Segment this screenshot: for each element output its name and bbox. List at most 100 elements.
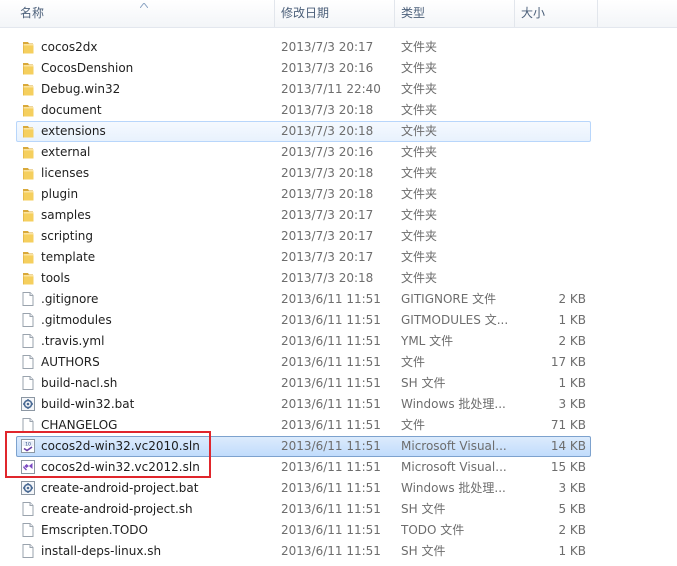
- file-date-modified: 2013/6/11 11:51: [281, 418, 381, 432]
- file-date-modified: 2013/6/11 11:51: [281, 376, 381, 390]
- file-size: [510, 268, 586, 289]
- file-size: 3 KB: [558, 397, 586, 411]
- file-row[interactable]: licenses 2013/7/3 20:18 文件夹: [0, 163, 677, 184]
- file-type: 文件夹: [401, 145, 438, 159]
- folder-icon: [20, 60, 36, 76]
- file-date-modified: 2013/6/11 11:51: [281, 292, 381, 306]
- file-date-modified: 2013/7/3 20:16: [281, 61, 374, 75]
- column-divider[interactable]: [597, 0, 598, 27]
- file-row[interactable]: create-android-project.bat 2013/6/11 11:5…: [0, 478, 677, 499]
- file-size: 3 KB: [558, 481, 586, 495]
- column-header-name[interactable]: 名称: [20, 0, 44, 27]
- annotation-highlight-box: [5, 431, 211, 478]
- column-divider[interactable]: [514, 0, 515, 27]
- file-row[interactable]: .gitmodules 2013/6/11 11:51 GITMODULES 文..…: [0, 310, 677, 331]
- folder-icon: [20, 207, 36, 223]
- file-name: create-android-project.sh: [41, 502, 193, 516]
- file-row[interactable]: .gitignore 2013/6/11 11:51 GITIGNORE 文件 2 K…: [0, 289, 677, 310]
- file-date-modified: 2013/7/3 20:17: [281, 40, 374, 54]
- file-row[interactable]: .travis.yml 2013/6/11 11:51 YML 文件 2 KB: [0, 331, 677, 352]
- file-date-modified: 2013/6/11 11:51: [281, 544, 381, 558]
- file-date-modified: 2013/7/3 20:17: [281, 250, 374, 264]
- file-row[interactable]: install-deps-linux.sh 2013/6/11 11:51 SH 文…: [0, 541, 677, 562]
- file-name: .gitmodules: [41, 313, 112, 327]
- column-header-date[interactable]: 修改日期: [281, 0, 329, 27]
- file-icon: [20, 375, 36, 391]
- file-size: 71 KB: [550, 418, 586, 432]
- folder-icon: [20, 102, 36, 118]
- file-date-modified: 2013/6/11 11:51: [281, 439, 381, 453]
- folder-icon: [20, 123, 36, 139]
- file-type: 文件夹: [401, 271, 438, 285]
- file-type: 文件夹: [401, 250, 438, 264]
- file-row[interactable]: Debug.win32 2013/7/11 22:40 文件夹: [0, 79, 677, 100]
- file-date-modified: 2013/7/3 20:18: [281, 103, 374, 117]
- file-name: samples: [41, 208, 91, 222]
- file-row[interactable]: scripting 2013/7/3 20:17 文件夹: [0, 226, 677, 247]
- file-name: scripting: [41, 229, 93, 243]
- file-date-modified: 2013/6/11 11:51: [281, 355, 381, 369]
- file-row[interactable]: create-android-project.sh 2013/6/11 11:51…: [0, 499, 677, 520]
- folder-icon: [20, 165, 36, 181]
- file-type: 文件: [401, 355, 426, 369]
- file-row[interactable]: external 2013/7/3 20:16 文件夹: [0, 142, 677, 163]
- file-date-modified: 2013/6/11 11:51: [281, 313, 381, 327]
- file-row[interactable]: document 2013/7/3 20:18 文件夹: [0, 100, 677, 121]
- file-size: 2 KB: [558, 334, 586, 348]
- file-size: 1 KB: [558, 376, 586, 390]
- file-icon: [20, 312, 36, 328]
- file-row[interactable]: cocos2dx 2013/7/3 20:17 文件夹: [0, 37, 677, 58]
- folder-icon: [20, 144, 36, 160]
- file-icon: [20, 501, 36, 517]
- file-name: extensions: [41, 124, 106, 138]
- file-type: Windows 批处理...: [401, 481, 506, 495]
- file-name: template: [41, 250, 96, 264]
- file-row[interactable]: build-win32.bat 2013/6/11 11:51 Windows 批处…: [0, 394, 677, 415]
- file-name: tools: [41, 271, 70, 285]
- file-row[interactable]: samples 2013/7/3 20:17 文件夹: [0, 205, 677, 226]
- file-date-modified: 2013/6/11 11:51: [281, 481, 381, 495]
- file-row[interactable]: plugin 2013/7/3 20:18 文件夹: [0, 184, 677, 205]
- file-size: 2 KB: [558, 523, 586, 537]
- file-icon: [20, 543, 36, 559]
- file-size: [510, 226, 586, 247]
- file-date-modified: 2013/6/11 11:51: [281, 523, 381, 537]
- file-name: build-win32.bat: [41, 397, 135, 411]
- file-date-modified: 2013/7/3 20:17: [281, 229, 374, 243]
- folder-icon: [20, 228, 36, 244]
- file-type: Microsoft Visual...: [401, 460, 507, 474]
- column-header-type[interactable]: 类型: [401, 0, 425, 27]
- file-row[interactable]: AUTHORS 2013/6/11 11:51 文件 17 KB: [0, 352, 677, 373]
- file-size: 2 KB: [558, 292, 586, 306]
- file-type: Windows 批处理...: [401, 397, 506, 411]
- file-size: 1 KB: [558, 313, 586, 327]
- file-type: 文件夹: [401, 166, 438, 180]
- file-size: 5 KB: [558, 502, 586, 516]
- file-size: [510, 247, 586, 268]
- file-type: 文件夹: [401, 103, 438, 117]
- file-row[interactable]: extensions 2013/7/3 20:18 文件夹: [0, 121, 677, 142]
- folder-icon: [20, 186, 36, 202]
- column-header-size[interactable]: 大小: [521, 0, 545, 27]
- folder-icon: [20, 249, 36, 265]
- file-type: SH 文件: [401, 544, 446, 558]
- file-name: install-deps-linux.sh: [41, 544, 162, 558]
- column-divider[interactable]: [274, 0, 275, 27]
- file-row[interactable]: build-nacl.sh 2013/6/11 11:51 SH 文件 1 KB: [0, 373, 677, 394]
- file-row[interactable]: Emscripten.TODO 2013/6/11 11:51 TODO 文件 2 K…: [0, 520, 677, 541]
- file-date-modified: 2013/6/11 11:51: [281, 397, 381, 411]
- file-size: 1 KB: [558, 544, 586, 558]
- file-icon: [20, 354, 36, 370]
- file-date-modified: 2013/7/3 20:16: [281, 145, 374, 159]
- file-name: CocosDenshion: [41, 61, 134, 75]
- column-divider[interactable]: [394, 0, 395, 27]
- file-row[interactable]: tools 2013/7/3 20:18 文件夹: [0, 268, 677, 289]
- file-type: 文件夹: [401, 40, 438, 54]
- file-size: [510, 184, 586, 205]
- file-type: Microsoft Visual...: [401, 439, 507, 453]
- file-type: 文件夹: [401, 187, 438, 201]
- file-size: [510, 37, 586, 58]
- file-row[interactable]: CocosDenshion 2013/7/3 20:16 文件夹: [0, 58, 677, 79]
- file-row[interactable]: template 2013/7/3 20:17 文件夹: [0, 247, 677, 268]
- folder-icon: [20, 81, 36, 97]
